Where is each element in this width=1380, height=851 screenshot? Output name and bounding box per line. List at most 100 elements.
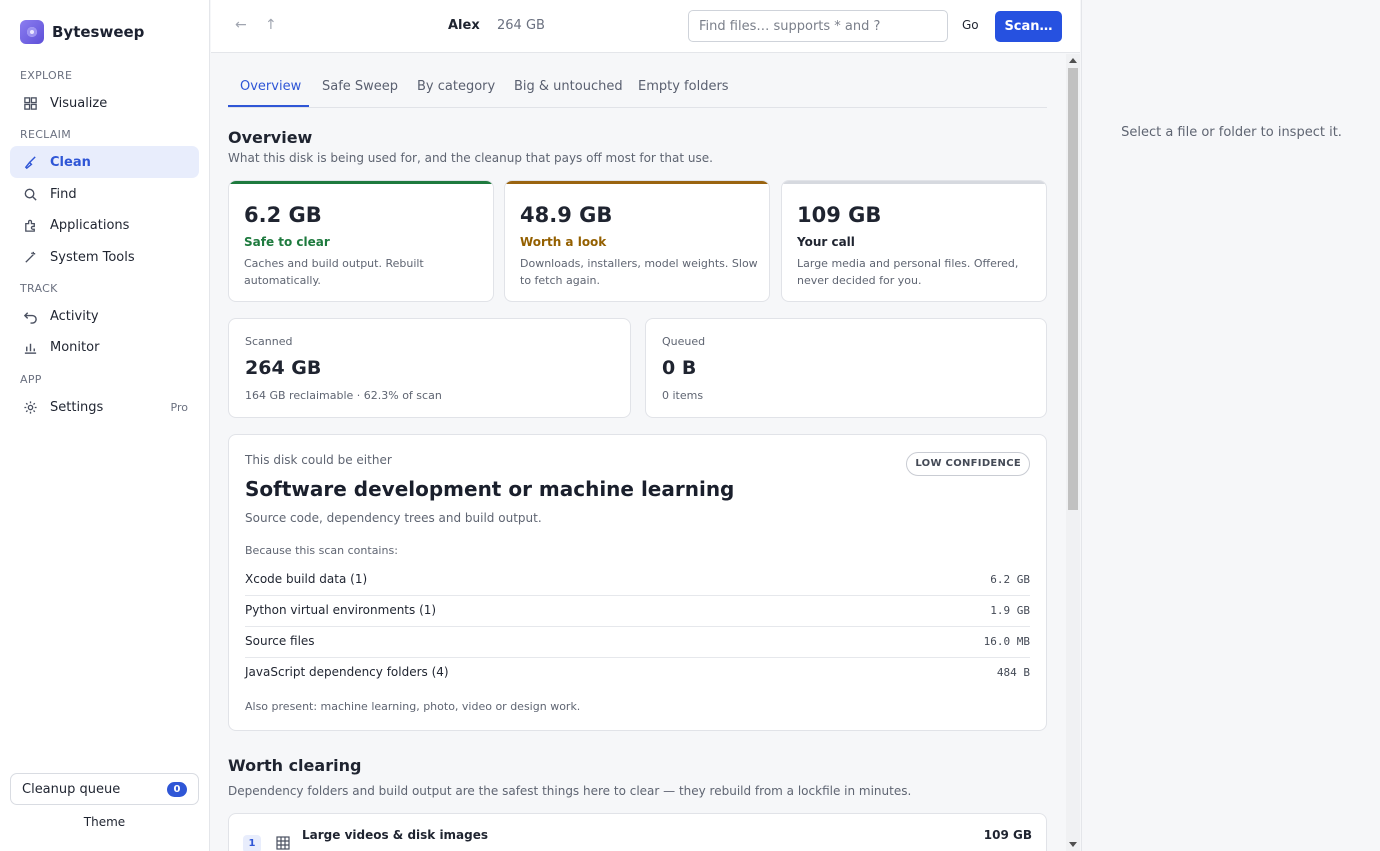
- nav-section-track: TRACK: [20, 282, 58, 295]
- sidebar-item-applications[interactable]: Applications: [10, 209, 199, 241]
- tab-big-untouched[interactable]: Big & untouched: [514, 79, 623, 94]
- overview-subtitle: What this disk is being used for, and th…: [228, 151, 713, 165]
- search-icon: [22, 186, 38, 202]
- evidence-size: 16.0 MB: [983, 635, 1030, 648]
- worth-clearing-title: Worth clearing: [228, 756, 362, 775]
- bucket-desc: Large media and personal files. Offered,…: [797, 257, 1019, 287]
- profile-because: Because this scan contains:: [245, 544, 398, 557]
- sidebar-item-settings[interactable]: Settings Pro: [10, 391, 199, 423]
- kpi-label: Queued: [662, 335, 706, 348]
- worth-clearing-subtitle: Dependency folders and build output are …: [228, 784, 912, 798]
- bucket-value: 6.2 GB: [244, 203, 322, 227]
- tab-overview[interactable]: Overview: [240, 79, 301, 94]
- inspector-panel: Select a file or folder to inspect it.: [1081, 0, 1380, 851]
- nav-section-explore: EXPLORE: [20, 69, 73, 82]
- kpi-card-queued: Queued 0 B 0 items: [645, 318, 1047, 418]
- tab-safe-sweep[interactable]: Safe Sweep: [322, 79, 398, 94]
- gear-icon: [22, 399, 38, 415]
- scroll-up-arrow-icon[interactable]: [1069, 58, 1077, 63]
- go-button[interactable]: Go: [962, 18, 979, 32]
- scroll-down-arrow-icon[interactable]: [1069, 842, 1077, 847]
- main-content: Overview Safe Sweep By category Big & un…: [211, 54, 1080, 851]
- scroll-thumb[interactable]: [1068, 68, 1078, 510]
- brand[interactable]: Bytesweep: [20, 20, 144, 44]
- evidence-row: Source files 16.0 MB: [245, 627, 1030, 658]
- list-item[interactable]: 1 Large videos & disk images 109 GB: [228, 813, 1047, 851]
- active-tab-indicator: [228, 105, 309, 107]
- sidebar-item-find[interactable]: Find: [10, 178, 199, 210]
- profile-desc: Source code, dependency trees and build …: [245, 511, 542, 525]
- puzzle-icon: [22, 217, 38, 233]
- bucket-card-your-call[interactable]: 109 GB Your call Large media and persona…: [781, 180, 1047, 302]
- evidence-row: Xcode build data (1) 6.2 GB: [245, 565, 1030, 596]
- film-grid-icon: [276, 836, 290, 850]
- confidence-badge: LOW CONFIDENCE: [906, 452, 1030, 476]
- app-name: Bytesweep: [52, 23, 145, 41]
- wand-icon: [22, 249, 38, 265]
- profile-also-present: Also present: machine learning, photo, v…: [245, 700, 581, 713]
- back-arrow-icon[interactable]: ←: [235, 17, 247, 33]
- bucket-label: Your call: [797, 235, 855, 249]
- main-scrollbar[interactable]: [1066, 54, 1080, 851]
- evidence-size: 6.2 GB: [990, 573, 1030, 586]
- sidebar-item-label: Visualize: [50, 95, 108, 111]
- evidence-size: 1.9 GB: [990, 604, 1030, 617]
- theme-toggle[interactable]: Theme: [10, 815, 199, 829]
- evidence-size: 484 B: [996, 666, 1030, 679]
- kpi-card-scanned: Scanned 264 GB 164 GB reclaimable · 62.3…: [228, 318, 631, 418]
- bucket-card-worth-a-look[interactable]: 48.9 GB Worth a look Downloads, installe…: [504, 180, 770, 302]
- disk-size: 264 GB: [497, 18, 545, 33]
- queue-count-badge: 0: [167, 782, 187, 797]
- nav-section-reclaim: RECLAIM: [20, 128, 72, 141]
- sidebar-item-clean[interactable]: Clean: [10, 146, 199, 178]
- pro-badge: Pro: [170, 400, 188, 414]
- profile-title: Software development or machine learning: [245, 477, 735, 501]
- bucket-value: 109 GB: [797, 203, 882, 227]
- evidence-name: Xcode build data (1): [245, 572, 368, 586]
- bar-chart-icon: [22, 339, 38, 355]
- cleanup-queue-button[interactable]: Cleanup queue 0: [10, 773, 199, 805]
- evidence-row: JavaScript dependency folders (4) 484 B: [245, 658, 1030, 689]
- sidebar-item-system-tools[interactable]: System Tools: [10, 241, 199, 273]
- evidence-name: Python virtual environments (1): [245, 603, 437, 617]
- broom-icon: [22, 154, 38, 170]
- up-arrow-icon[interactable]: ↑: [265, 17, 277, 33]
- sidebar-item-label: System Tools: [50, 249, 135, 265]
- undo-icon: [22, 308, 38, 324]
- list-item-size: 109 GB: [983, 828, 1032, 842]
- user-name: Alex: [448, 18, 480, 33]
- sidebar: Bytesweep EXPLORE Visualize RECLAIM Clea…: [0, 0, 210, 851]
- bucket-label: Safe to clear: [244, 235, 330, 249]
- top-bar: ← ↑ Alex 264 GB Go Scan…: [211, 0, 1080, 53]
- sidebar-item-visualize[interactable]: Visualize: [10, 87, 199, 119]
- list-item-title: Large videos & disk images: [302, 828, 489, 842]
- kpi-sub: 164 GB reclaimable · 62.3% of scan: [245, 389, 442, 402]
- tab-bar: Overview Safe Sweep By category Big & un…: [228, 70, 1047, 108]
- scan-button[interactable]: Scan…: [995, 11, 1062, 42]
- sidebar-item-monitor[interactable]: Monitor: [10, 331, 199, 363]
- bucket-label: Worth a look: [520, 235, 607, 249]
- rank-badge: 1: [243, 835, 261, 851]
- tab-by-category[interactable]: By category: [417, 79, 495, 94]
- cleanup-queue-label: Cleanup queue: [22, 781, 121, 797]
- tab-empty-folders[interactable]: Empty folders: [638, 79, 729, 94]
- sidebar-item-label: Activity: [50, 308, 99, 324]
- kpi-label: Scanned: [245, 335, 293, 348]
- disk-profile-card: This disk could be either LOW CONFIDENCE…: [228, 434, 1047, 731]
- kpi-sub: 0 items: [662, 389, 704, 402]
- overview-title: Overview: [228, 128, 313, 147]
- sidebar-item-label: Clean: [50, 154, 91, 170]
- sidebar-item-label: Find: [50, 186, 77, 202]
- grid-icon: [22, 95, 38, 111]
- sidebar-item-activity[interactable]: Activity: [10, 300, 199, 332]
- kpi-value: 0 B: [662, 357, 697, 379]
- sidebar-item-label: Settings: [50, 399, 104, 415]
- evidence-name: JavaScript dependency folders (4): [245, 665, 449, 679]
- search-input[interactable]: [688, 10, 948, 42]
- evidence-name: Source files: [245, 634, 315, 648]
- bucket-desc: Caches and build output. Rebuilt automat…: [244, 257, 424, 287]
- app-logo-icon: [20, 20, 44, 44]
- kpi-value: 264 GB: [245, 357, 322, 379]
- bucket-card-safe[interactable]: 6.2 GB Safe to clear Caches and build ou…: [228, 180, 494, 302]
- sidebar-item-label: Applications: [50, 217, 130, 233]
